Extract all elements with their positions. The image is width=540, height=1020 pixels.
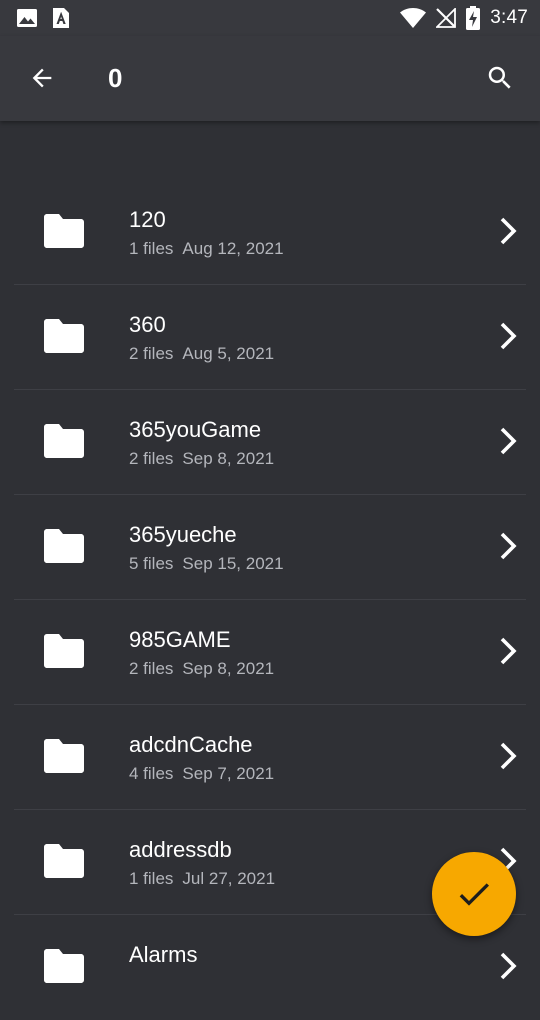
app-bar: 0: [0, 36, 540, 121]
folder-name: adcdnCache: [129, 732, 253, 757]
folder-file-count: 1 files: [129, 239, 174, 258]
folder-meta: 1 files Aug 12, 2021: [129, 238, 284, 260]
no-signal-icon: [436, 8, 457, 28]
folder-row[interactable]: adcdnCache 4 files Sep 7, 2021: [0, 705, 540, 810]
folder-row[interactable]: 360 2 files Aug 5, 2021: [0, 285, 540, 390]
folder-row[interactable]: 365yueche 5 files Sep 15, 2021: [0, 495, 540, 600]
check-icon: [459, 883, 489, 906]
status-bar-system-icons: 3:47: [400, 4, 528, 32]
folder-name: 365yueche: [129, 522, 237, 547]
folder-icon: [44, 424, 84, 458]
folder-meta: [129, 973, 138, 995]
folder-date: Sep 8, 2021: [182, 449, 275, 468]
folder-meta: 2 files Sep 8, 2021: [129, 448, 274, 470]
chevron-right-icon: [500, 742, 517, 770]
image-icon: [17, 9, 37, 27]
status-time: 3:47: [490, 7, 528, 28]
folder-date: Jul 27, 2021: [182, 869, 276, 888]
folder-file-count: 2 files: [129, 449, 174, 468]
page-title: 0: [108, 63, 123, 93]
folder-date: Aug 12, 2021: [182, 239, 284, 258]
folder-meta: 2 files Sep 8, 2021: [129, 658, 274, 680]
font-icon: [53, 8, 69, 28]
folder-meta: 5 files Sep 15, 2021: [129, 553, 284, 575]
folder-icon: [44, 529, 84, 563]
arrow-left-icon: [32, 68, 52, 88]
folder-file-count: 2 files: [129, 659, 174, 678]
folder-icon: [44, 844, 84, 878]
back-button[interactable]: [22, 58, 62, 98]
folder-name: Alarms: [129, 942, 198, 967]
folder-file-count: 5 files: [129, 554, 174, 573]
chevron-right-icon: [500, 427, 517, 455]
wifi-icon: [400, 8, 427, 28]
folder-name: 985GAME: [129, 627, 231, 652]
folder-meta: 4 files Sep 7, 2021: [129, 763, 274, 785]
folder-name: 365youGame: [129, 417, 262, 442]
chevron-right-icon: [500, 952, 517, 980]
folder-name: addressdb: [129, 837, 232, 862]
folder-icon: [44, 214, 84, 248]
status-bar: 3:47: [0, 0, 540, 36]
folder-file-count: 1 files: [129, 869, 174, 888]
folder-name: 120: [129, 207, 166, 232]
folder-date: Aug 5, 2021: [182, 344, 275, 363]
folder-row[interactable]: 985GAME 2 files Sep 8, 2021: [0, 600, 540, 705]
folder-row[interactable]: 365youGame 2 files Sep 8, 2021: [0, 390, 540, 495]
chevron-right-icon: [500, 637, 517, 665]
folder-date: Sep 15, 2021: [182, 554, 284, 573]
folder-icon: [44, 634, 84, 668]
search-icon: [488, 66, 511, 89]
confirm-fab-button[interactable]: [432, 852, 516, 936]
folder-icon: [44, 949, 84, 983]
folder-file-count: 4 files: [129, 764, 174, 783]
folder-meta: 2 files Aug 5, 2021: [129, 343, 274, 365]
chevron-right-icon: [500, 217, 517, 245]
folder-icon: [44, 739, 84, 773]
folder-file-count: 2 files: [129, 344, 174, 363]
folder-date: Sep 7, 2021: [182, 764, 275, 783]
folder-icon: [44, 319, 84, 353]
folder-row[interactable]: 120 1 files Aug 12, 2021: [0, 180, 540, 285]
folder-meta: 1 files Jul 27, 2021: [129, 868, 275, 890]
battery-charging-icon: [466, 6, 481, 30]
chevron-right-icon: [500, 322, 517, 350]
status-bar-notifications: [16, 8, 70, 28]
search-button[interactable]: [480, 58, 520, 98]
folder-date: Sep 8, 2021: [182, 659, 275, 678]
folder-name: 360: [129, 312, 166, 337]
chevron-right-icon: [500, 532, 517, 560]
